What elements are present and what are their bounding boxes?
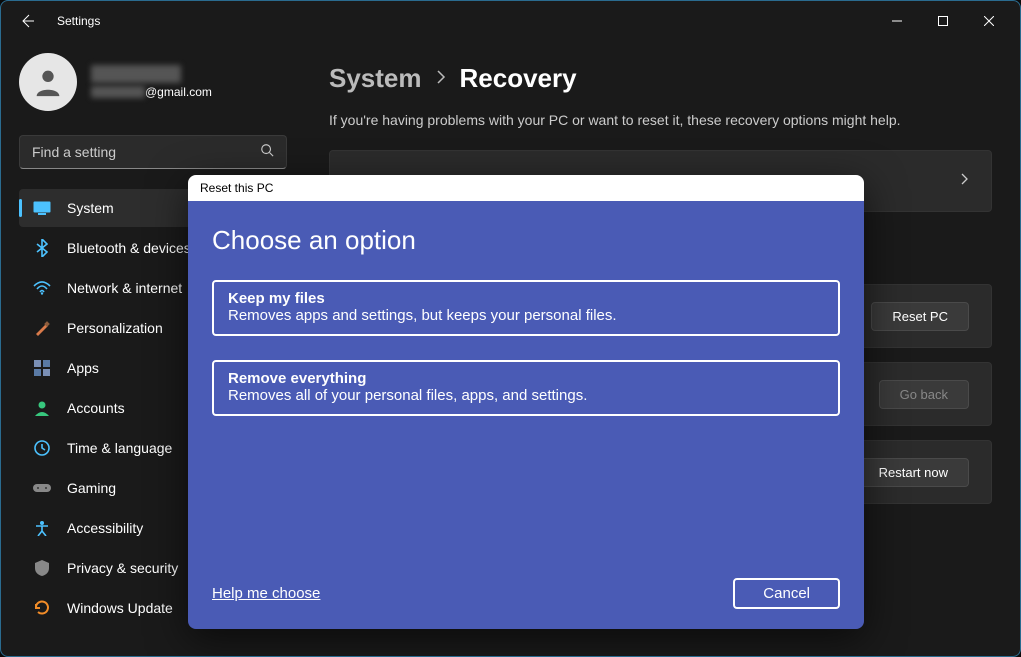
sidebar-item-label: Apps	[67, 360, 99, 376]
reset-pc-dialog: Reset this PC Choose an option Keep my f…	[188, 175, 864, 629]
time-icon	[33, 439, 51, 457]
help-me-choose-link[interactable]: Help me choose	[212, 585, 320, 602]
bluetooth-icon	[33, 239, 51, 257]
breadcrumb-parent[interactable]: System	[329, 63, 422, 94]
sidebar-item-label: Windows Update	[67, 600, 173, 616]
settings-window: Settings @gmail.com	[0, 0, 1021, 657]
reset-pc-button[interactable]: Reset PC	[871, 302, 969, 331]
sidebar-item-label: System	[67, 200, 114, 216]
option-title: Keep my files	[228, 290, 824, 307]
search-box[interactable]	[19, 135, 287, 169]
close-button[interactable]	[966, 5, 1012, 37]
dialog-heading: Choose an option	[212, 225, 840, 256]
page-description: If you're having problems with your PC o…	[329, 112, 992, 128]
go-back-button[interactable]: Go back	[879, 380, 969, 409]
apps-icon	[33, 359, 51, 377]
sidebar-item-label: Gaming	[67, 480, 116, 496]
sidebar-item-label: Time & language	[67, 440, 172, 456]
user-name-redacted	[91, 65, 181, 83]
gaming-icon	[33, 479, 51, 497]
chevron-right-icon	[436, 68, 446, 89]
minimize-button[interactable]	[874, 5, 920, 37]
chevron-right-icon	[961, 172, 969, 190]
avatar	[19, 53, 77, 111]
sidebar-item-label: Privacy & security	[67, 560, 178, 576]
cancel-button[interactable]: Cancel	[733, 578, 840, 609]
sidebar-item-label: Bluetooth & devices	[67, 240, 191, 256]
accessibility-icon	[33, 519, 51, 537]
sidebar-item-label: Network & internet	[67, 280, 182, 296]
search-input[interactable]	[32, 144, 260, 160]
sidebar-item-label: Personalization	[67, 320, 163, 336]
restart-now-button[interactable]: Restart now	[858, 458, 969, 487]
titlebar: Settings	[1, 1, 1020, 41]
breadcrumb-current: Recovery	[460, 63, 577, 94]
user-email-suffix: @gmail.com	[145, 85, 212, 99]
option-desc: Removes apps and settings, but keeps you…	[228, 307, 824, 324]
maximize-button[interactable]	[920, 5, 966, 37]
user-email-redacted	[91, 86, 145, 98]
window-title: Settings	[57, 14, 100, 28]
accounts-icon	[33, 399, 51, 417]
breadcrumb: System Recovery	[329, 63, 992, 94]
sidebar-item-label: Accounts	[67, 400, 125, 416]
update-icon	[33, 599, 51, 617]
option-title: Remove everything	[228, 370, 824, 387]
sidebar-item-label: Accessibility	[67, 520, 143, 536]
user-header[interactable]: @gmail.com	[19, 53, 301, 111]
system-icon	[33, 199, 51, 217]
privacy-icon	[33, 559, 51, 577]
search-icon	[260, 143, 274, 162]
dialog-title: Reset this PC	[188, 175, 864, 201]
network-icon	[33, 279, 51, 297]
back-button[interactable]	[17, 11, 37, 31]
personalization-icon	[33, 319, 51, 337]
option-remove-everything[interactable]: Remove everything Removes all of your pe…	[212, 360, 840, 416]
option-desc: Removes all of your personal files, apps…	[228, 387, 824, 404]
option-keep-my-files[interactable]: Keep my files Removes apps and settings,…	[212, 280, 840, 336]
